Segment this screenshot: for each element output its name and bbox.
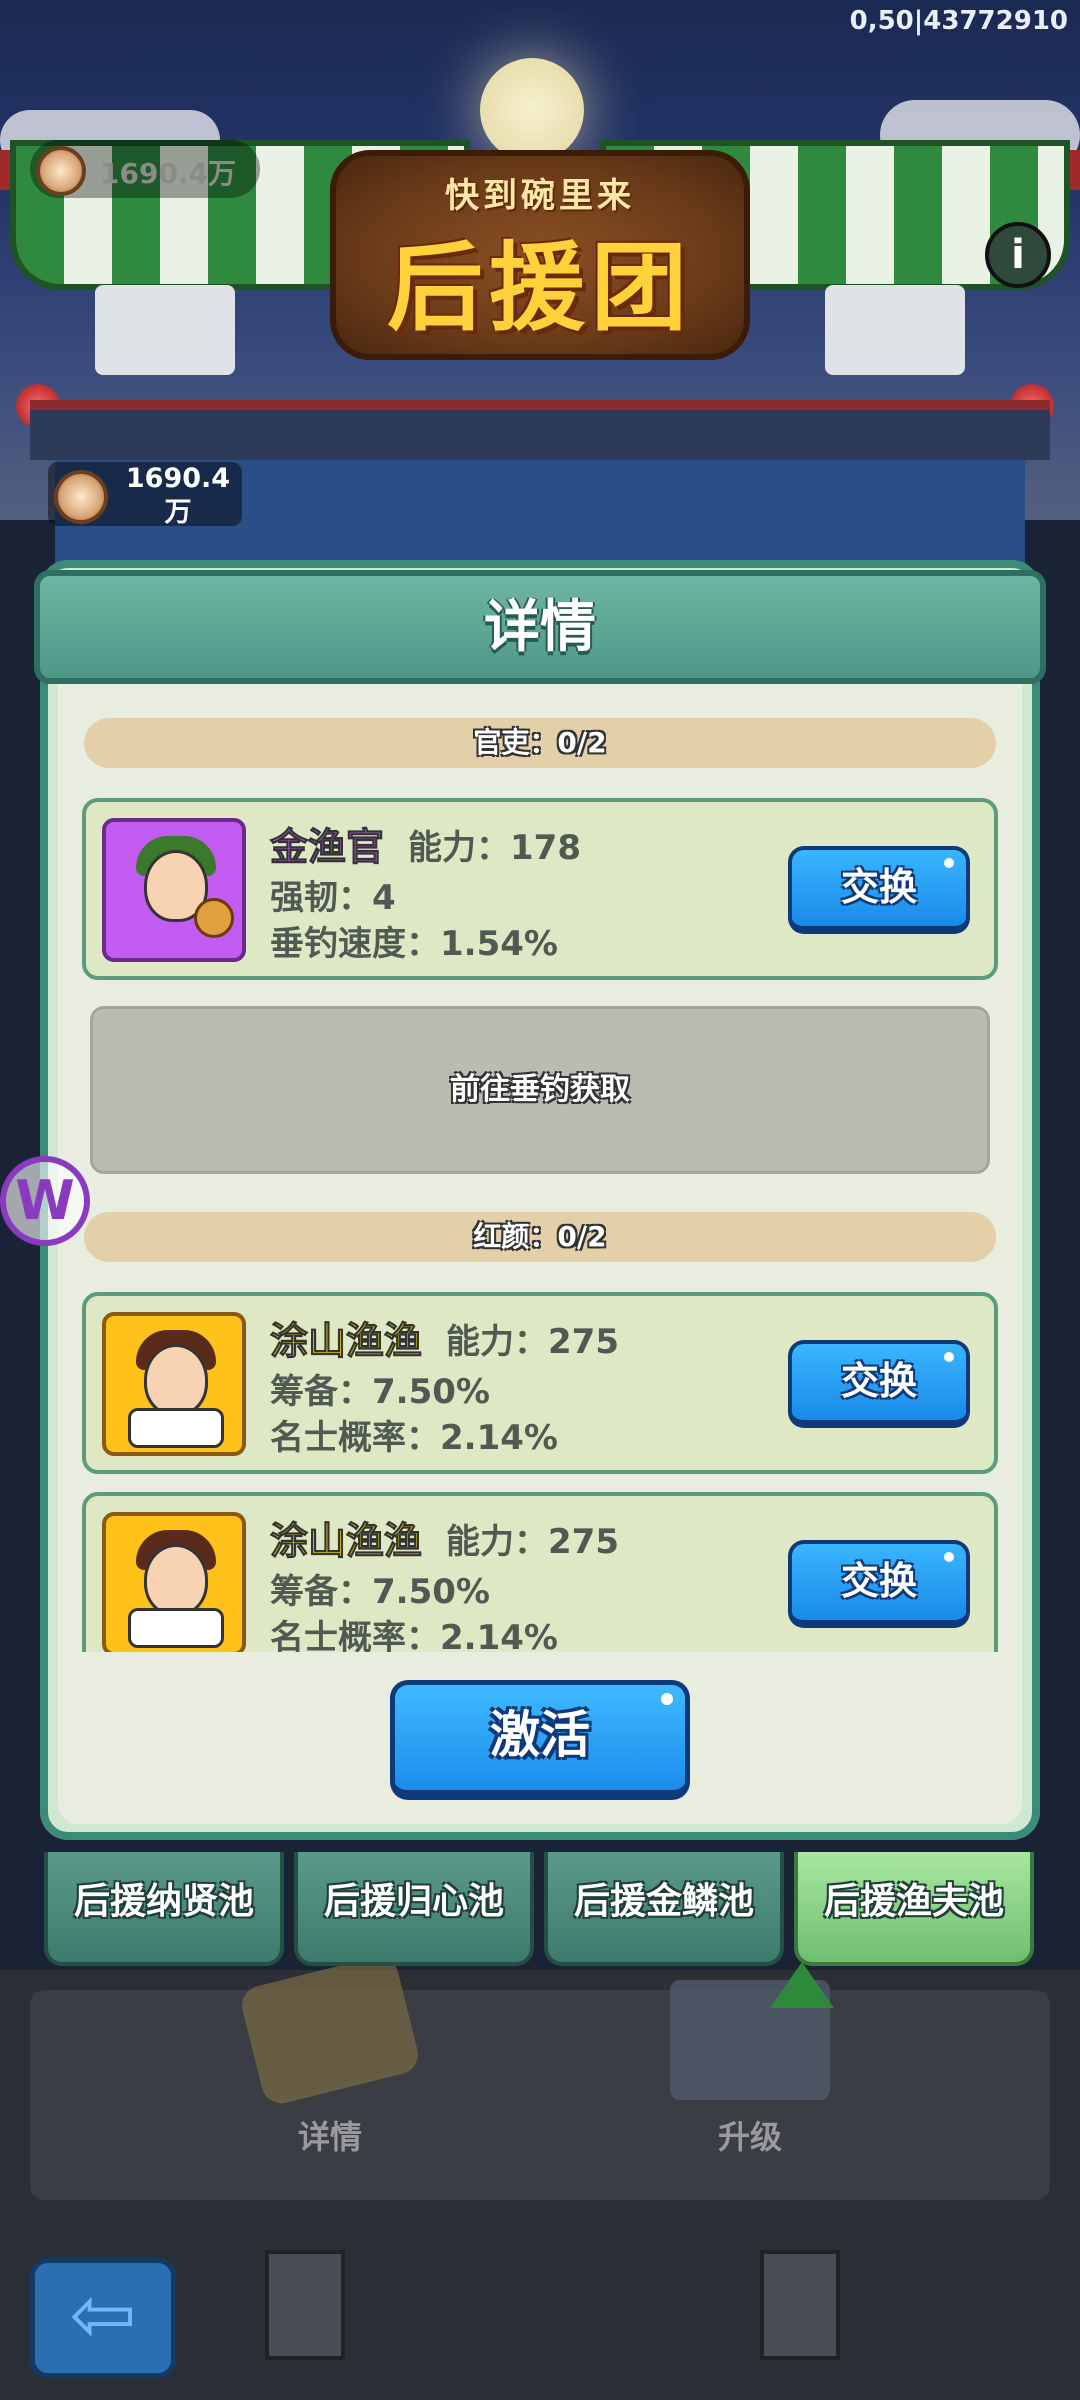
status-text: 0,50|43772910 bbox=[849, 6, 1068, 36]
tab-pool-1[interactable]: 后援纳贤池 bbox=[44, 1852, 284, 1966]
upgrade-arrow-icon bbox=[770, 1962, 834, 2008]
member-stat: 筹备：7.50% bbox=[270, 1572, 490, 1612]
title-main: 后援团 bbox=[387, 232, 693, 344]
moon-decoration bbox=[480, 58, 584, 162]
face-icon bbox=[144, 1344, 208, 1416]
goto-fishing-slot[interactable]: 前往垂钓获取 bbox=[90, 1006, 990, 1174]
swap-button[interactable]: 交换 bbox=[788, 846, 970, 934]
member-ability: 能力：275 bbox=[446, 1522, 619, 1562]
upgrade-label[interactable]: 升级 bbox=[670, 2112, 830, 2158]
face-icon bbox=[144, 1544, 208, 1616]
tab-pool-3[interactable]: 后援金鳞池 bbox=[544, 1852, 784, 1966]
swap-button[interactable]: 交换 bbox=[788, 1540, 970, 1628]
member-name: 涂山渔渔 bbox=[269, 1319, 423, 1364]
member-ability: 能力：178 bbox=[408, 828, 581, 868]
top-coin-value: 1690.4万 bbox=[100, 157, 237, 190]
dialog-title: 详情 bbox=[484, 595, 596, 660]
member-stat: 名士概率：2.14% bbox=[270, 1618, 558, 1652]
avatar[interactable] bbox=[102, 818, 246, 962]
robe-icon bbox=[128, 1608, 224, 1648]
frame-decoration bbox=[265, 2250, 345, 2360]
tab-pool-2[interactable]: 后援归心池 bbox=[294, 1852, 534, 1966]
coin-icon bbox=[54, 470, 108, 524]
avatar[interactable] bbox=[102, 1512, 246, 1652]
member-name: 金渔官 bbox=[269, 825, 385, 870]
coin-icon bbox=[36, 146, 86, 196]
fence-left bbox=[95, 285, 235, 375]
member-name: 涂山渔渔 bbox=[269, 1519, 423, 1564]
swap-button[interactable]: 交换 bbox=[788, 1340, 970, 1428]
member-stat: 筹备：7.50% bbox=[270, 1372, 490, 1412]
fence-right bbox=[825, 285, 965, 375]
member-ability: 能力：275 bbox=[446, 1322, 619, 1362]
avatar[interactable] bbox=[102, 1312, 246, 1456]
back-arrow-icon[interactable]: ⇦ bbox=[30, 2258, 176, 2378]
activate-button[interactable]: 激活 bbox=[390, 1680, 690, 1800]
scroll-clip: 涂山渔渔 能力：275 筹备：7.50% 名士概率：2.14% 交换 bbox=[82, 1492, 998, 1652]
details-label[interactable]: 详情 bbox=[250, 2112, 410, 2158]
tab-pool-4-active[interactable]: 后援渔夫池 bbox=[794, 1852, 1034, 1966]
railing bbox=[30, 400, 1050, 460]
member-stat: 垂钓速度：1.54% bbox=[270, 924, 558, 964]
frame-decoration bbox=[760, 2250, 840, 2360]
member-stat: 名士概率：2.14% bbox=[270, 1418, 558, 1458]
section-officials-header: 官吏：0/2 bbox=[84, 718, 996, 768]
robe-icon bbox=[128, 1408, 224, 1448]
info-icon[interactable]: i bbox=[985, 222, 1051, 288]
member-stat: 强韧：4 bbox=[270, 878, 396, 918]
currency-value: 1690.4 万 bbox=[125, 463, 231, 528]
overlay-w-icon[interactable]: W bbox=[0, 1156, 90, 1246]
section-beauties-header: 红颜：0/2 bbox=[84, 1212, 996, 1262]
lower-panel bbox=[30, 1990, 1050, 2200]
money-bag-icon bbox=[194, 898, 234, 938]
